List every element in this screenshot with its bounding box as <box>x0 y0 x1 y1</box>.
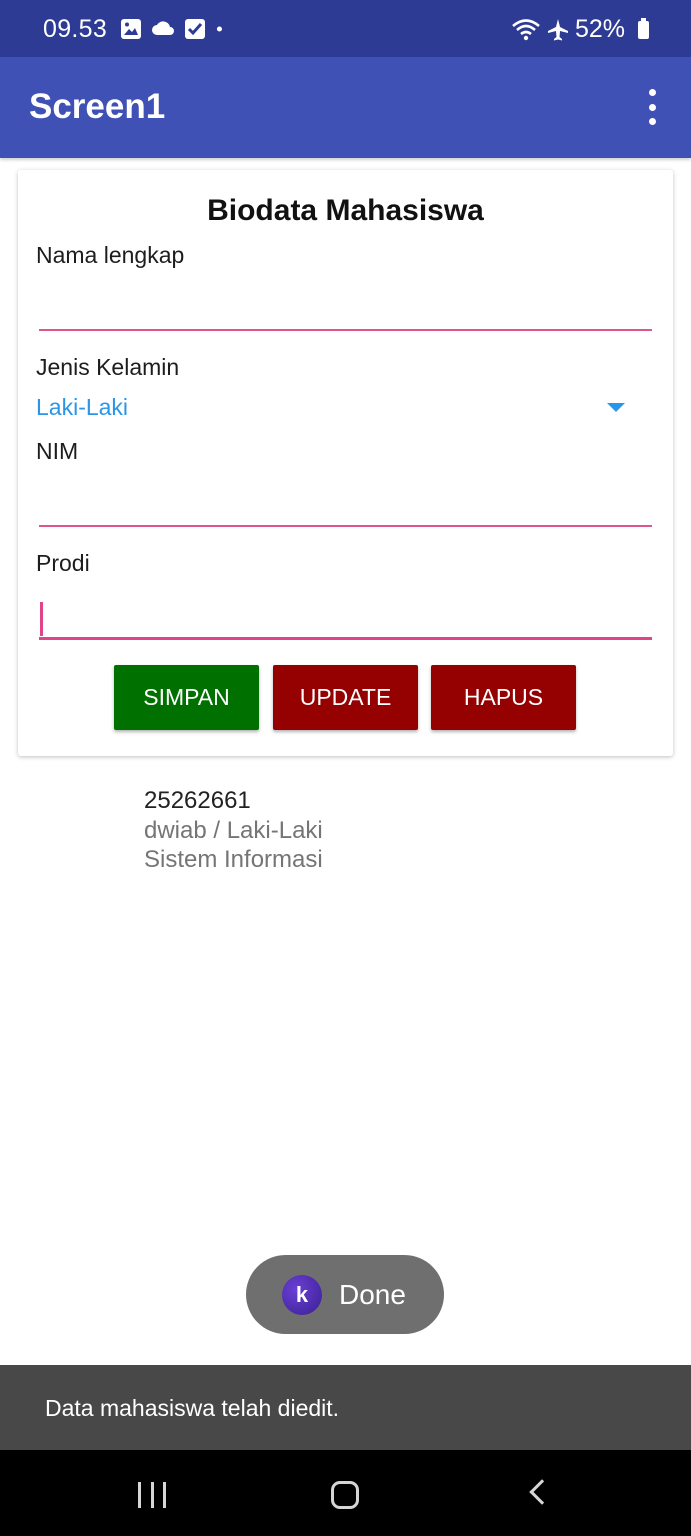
done-pill[interactable]: k Done <box>246 1255 444 1334</box>
name-label: Nama lengkap <box>36 242 185 268</box>
battery-icon <box>638 18 649 39</box>
prodi-input[interactable] <box>39 596 652 640</box>
nim-label: NIM <box>36 438 79 464</box>
home-icon[interactable] <box>331 1481 359 1509</box>
checkbox-icon <box>185 19 205 39</box>
name-input[interactable] <box>39 287 652 331</box>
app-logo-icon: k <box>282 1275 322 1315</box>
status-bar: 09.53 52% <box>0 0 691 57</box>
gender-label: Jenis Kelamin <box>36 354 180 380</box>
more-vert-icon[interactable] <box>637 89 667 125</box>
text-cursor <box>40 602 43 636</box>
back-icon[interactable] <box>529 1479 555 1505</box>
gender-spinner[interactable]: Laki-Laki <box>36 394 128 421</box>
snackbar-message: Data mahasiswa telah diedit. <box>45 1395 340 1421</box>
biodata-form-card: Biodata Mahasiswa Nama lengkap Jenis Kel… <box>18 170 673 756</box>
app-bar: Screen1 <box>0 57 691 158</box>
cloud-icon <box>152 21 174 35</box>
status-system-icons: 52% <box>511 15 643 44</box>
dot-icon <box>216 26 222 32</box>
image-icon <box>121 19 141 39</box>
wifi-icon <box>512 18 540 40</box>
form-title: Biodata Mahasiswa <box>207 194 484 227</box>
dropdown-arrow-icon[interactable] <box>607 403 625 412</box>
recents-icon[interactable] <box>138 1482 166 1508</box>
delete-button[interactable]: HAPUS <box>431 665 576 730</box>
list-item-nim: 25262661 <box>144 787 251 814</box>
save-button[interactable]: SIMPAN <box>114 665 259 730</box>
status-time: 09.53 <box>43 15 108 43</box>
nim-input[interactable] <box>39 483 652 527</box>
list-item-name-gender: dwiab / Laki-Laki <box>144 817 323 844</box>
airplane-icon <box>547 18 568 40</box>
list-item[interactable]: 25262661 dwiab / Laki-Laki Sistem Inform… <box>144 786 323 874</box>
navigation-bar <box>0 1450 691 1536</box>
prodi-label: Prodi <box>36 550 90 576</box>
snackbar: Data mahasiswa telah diedit. <box>0 1365 691 1450</box>
list-item-prodi: Sistem Informasi <box>144 846 323 873</box>
done-label: Done <box>339 1279 406 1310</box>
battery-percent: 52% <box>574 15 625 43</box>
status-notification-icons <box>120 18 229 40</box>
update-button[interactable]: UPDATE <box>273 665 418 730</box>
app-title: Screen1 <box>29 87 166 126</box>
